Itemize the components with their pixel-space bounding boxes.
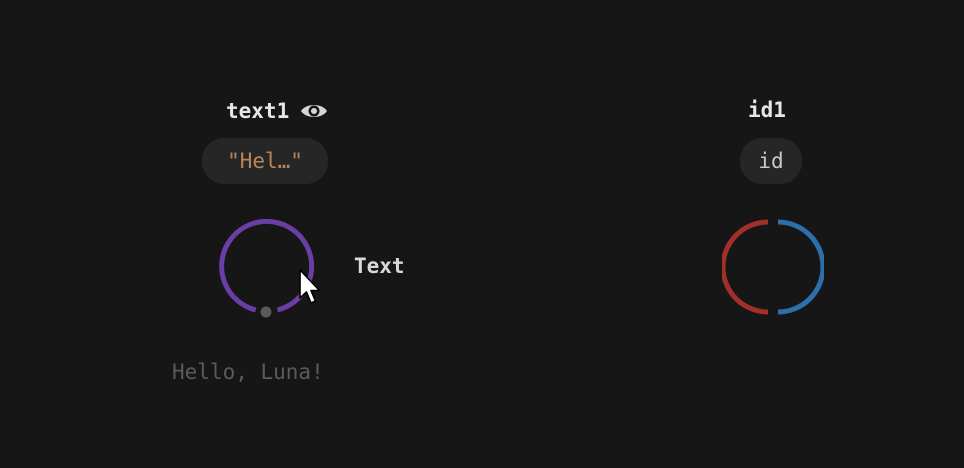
value-pill[interactable]: id xyxy=(740,138,802,184)
node-title: id1 xyxy=(748,98,786,122)
eye-icon[interactable] xyxy=(299,100,329,122)
node-title: text1 xyxy=(226,98,290,123)
pill-value: "Hel…" xyxy=(227,149,303,173)
port-label: Text xyxy=(354,254,405,278)
pill-value: id xyxy=(758,149,784,173)
text-node-header: text1 xyxy=(226,100,329,122)
text-node: text1 "Hel…" Text Hello, Luna! xyxy=(150,90,510,410)
output-text: Hello, Luna! xyxy=(172,360,324,384)
id-port-ring[interactable] xyxy=(720,216,826,318)
id-node: id1 id xyxy=(710,90,830,320)
value-pill[interactable]: "Hel…" xyxy=(202,138,328,184)
mouse-cursor-icon xyxy=(298,268,324,308)
